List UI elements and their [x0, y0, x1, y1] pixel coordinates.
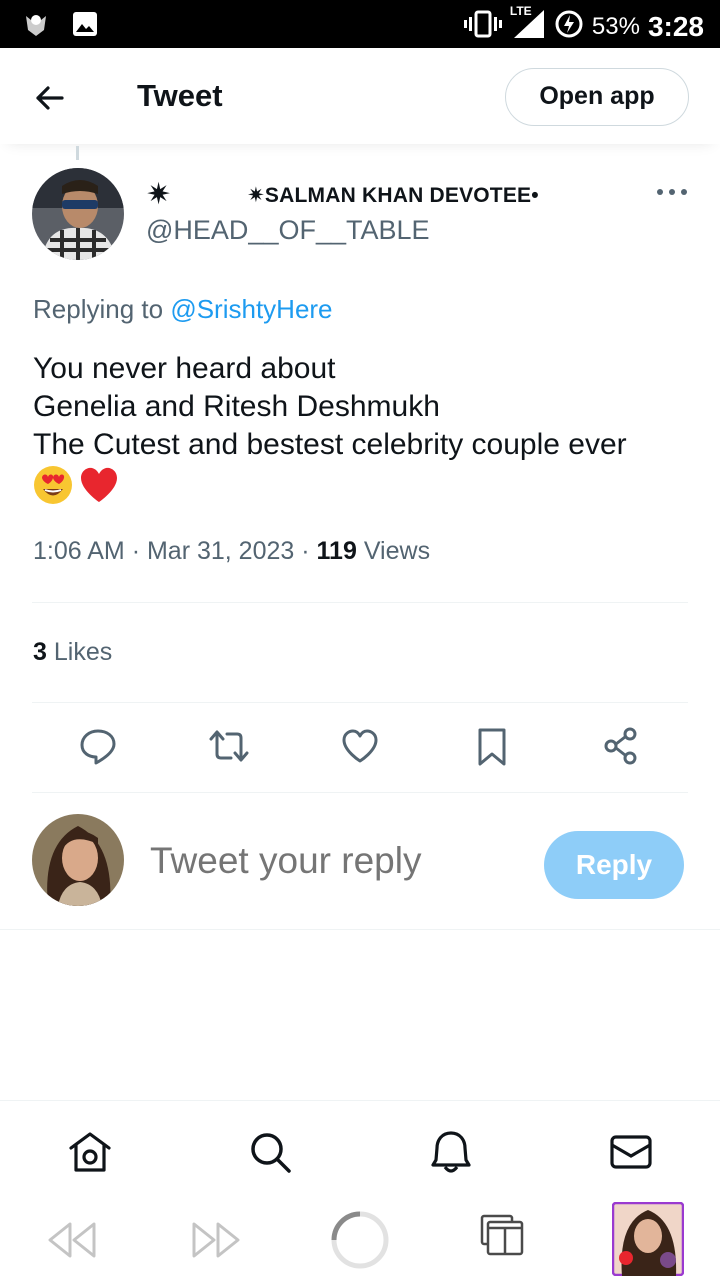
- bottom-navigation: [0, 1100, 720, 1190]
- open-app-button[interactable]: Open app: [505, 68, 689, 126]
- tweet-action-bar: [0, 726, 720, 768]
- tweet-emojis: [32, 464, 120, 511]
- likes-count: 3: [33, 638, 47, 666]
- like-icon[interactable]: [340, 726, 380, 766]
- clock: 3:28: [647, 10, 704, 42]
- author-handle[interactable]: @HEAD__OF__TABLE: [146, 215, 430, 246]
- thread-connector-line: [76, 146, 79, 160]
- tweet-text-line: The Cutest and bestest celebrity couple …: [33, 428, 627, 461]
- tweet-date[interactable]: Mar 31, 2023: [147, 537, 294, 565]
- author-name-row[interactable]: ✷ ✷SALMAN KHAN DEVOTEE•: [146, 180, 566, 210]
- share-icon[interactable]: [602, 726, 642, 766]
- views-count: 119: [316, 537, 357, 565]
- reload-icon[interactable]: [330, 1210, 390, 1275]
- divider: [32, 602, 688, 603]
- likes-stat[interactable]: 3 Likes: [33, 638, 112, 667]
- page-title: Tweet: [137, 78, 223, 113]
- top-app-bar: Tweet Open app: [0, 48, 720, 144]
- home-icon[interactable]: [67, 1129, 113, 1175]
- tabs-icon[interactable]: [480, 1214, 526, 1261]
- likes-label: Likes: [53, 638, 113, 666]
- reply-composer: Reply: [0, 814, 720, 910]
- divider: [32, 702, 688, 703]
- battery-charging-icon: [554, 9, 584, 44]
- author-display-name: ✷SALMAN KHAN DEVOTEE•: [247, 183, 539, 207]
- back-icon[interactable]: [46, 1220, 98, 1265]
- vibrate-icon: [463, 9, 502, 44]
- signal-icon: LTE: [510, 4, 546, 45]
- notifications-icon[interactable]: [428, 1129, 474, 1175]
- divider: [0, 929, 720, 930]
- back-arrow-icon[interactable]: [30, 78, 70, 118]
- author-avatar[interactable]: [32, 168, 124, 260]
- red-heart-emoji: [78, 464, 120, 511]
- reply-button[interactable]: Reply: [544, 831, 684, 899]
- browser-toolbar: [0, 1190, 720, 1280]
- heart-eyes-emoji: [32, 464, 74, 511]
- current-user-avatar[interactable]: [32, 814, 124, 906]
- tweet-reply-input[interactable]: [150, 840, 510, 882]
- battery-percent: 53%: [591, 12, 640, 40]
- search-icon[interactable]: [247, 1129, 293, 1175]
- replying-to: Replying to @SrishtyHere: [33, 294, 333, 325]
- app-notification-icon: [22, 10, 50, 43]
- tweet-text-line: Genelia and Ritesh Deshmukh: [33, 390, 440, 423]
- replying-to-mention[interactable]: @SrishtyHere: [170, 294, 332, 324]
- tweet-text-line: You never heard about: [33, 352, 336, 385]
- author-badge-star: ✷: [146, 178, 172, 211]
- profile-thumbnail[interactable]: [611, 1201, 685, 1280]
- forward-icon[interactable]: [190, 1220, 242, 1265]
- divider: [32, 792, 688, 793]
- more-options-icon[interactable]: [652, 180, 692, 204]
- bookmark-icon[interactable]: [472, 726, 512, 766]
- tweet-meta: 1:06 AM · Mar 31, 2023 · 119 Views: [33, 537, 430, 566]
- meta-separator: ·: [301, 537, 310, 565]
- views-label: Views: [363, 537, 431, 565]
- tweet-time[interactable]: 1:06 AM: [33, 537, 125, 565]
- tweet-text: You never heard about Genelia and Ritesh…: [33, 350, 627, 464]
- retweet-icon[interactable]: [208, 726, 249, 766]
- network-type-label: LTE: [509, 4, 532, 18]
- reply-icon[interactable]: [78, 726, 118, 766]
- messages-icon[interactable]: [608, 1129, 654, 1175]
- meta-separator: ·: [131, 537, 141, 565]
- status-bar: LTE 53% 3:28: [0, 0, 720, 48]
- replying-to-prefix: Replying to: [33, 294, 164, 324]
- image-icon: [72, 11, 98, 42]
